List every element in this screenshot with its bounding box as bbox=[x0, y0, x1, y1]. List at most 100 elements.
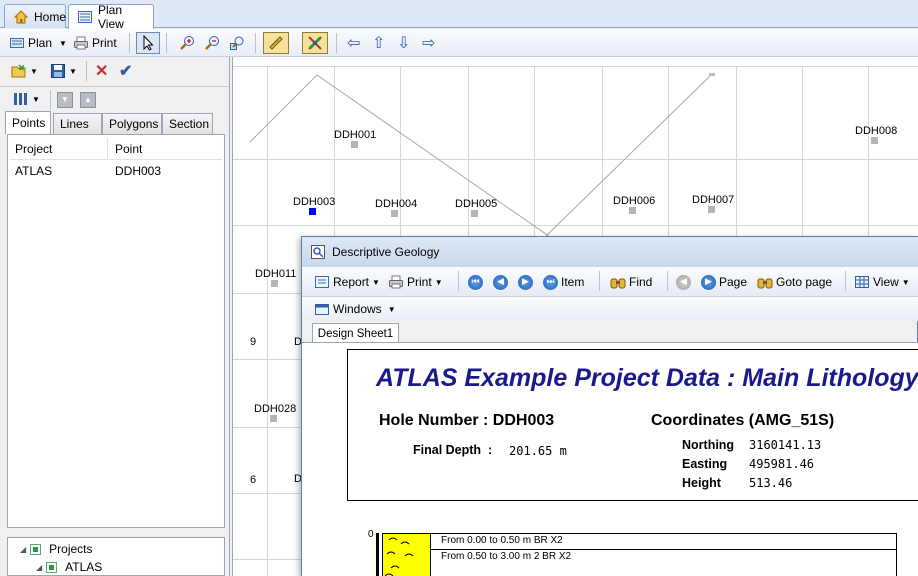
window-titlebar[interactable]: Descriptive Geology bbox=[302, 237, 918, 267]
column-header-point[interactable]: Point bbox=[109, 138, 222, 160]
zoom-in-button[interactable] bbox=[176, 32, 198, 54]
open-dropdown-button[interactable]: ▼ bbox=[8, 60, 41, 82]
tree-node-projects[interactable]: ◢ Projects bbox=[20, 542, 93, 556]
tab-plan-view[interactable]: Plan View bbox=[68, 3, 154, 31]
depth-axis-label: 0 bbox=[368, 529, 374, 540]
windows-label: Windows bbox=[333, 302, 382, 316]
delete-button[interactable]: ✕ bbox=[92, 60, 111, 82]
double-check-icon: ✔ bbox=[119, 63, 133, 80]
chevron-down-icon: ▼ bbox=[372, 277, 380, 287]
move-down-button[interactable]: ▼ bbox=[57, 92, 73, 108]
tab-section-label: Section bbox=[169, 117, 210, 131]
toolbar-separator bbox=[86, 61, 87, 81]
log-right-border bbox=[896, 533, 897, 576]
report-dropdown-button[interactable]: Report ▼ bbox=[314, 271, 380, 293]
report-print-button[interactable]: Print ▼ bbox=[388, 271, 443, 293]
toolbar-separator bbox=[845, 271, 846, 291]
tree-node-atlas-label: ATLAS bbox=[65, 560, 103, 574]
save-dropdown-button[interactable]: ▼ bbox=[47, 60, 80, 82]
list-item-point: DDH003 bbox=[115, 164, 162, 178]
tab-design-sheet1[interactable]: Design Sheet1 bbox=[312, 323, 399, 343]
northing-label: Northing bbox=[682, 438, 735, 452]
map-point[interactable]: DDH007 bbox=[692, 194, 734, 213]
toolbar-separator bbox=[599, 271, 600, 291]
chevron-down-icon: ▼ bbox=[30, 66, 38, 76]
print-button[interactable]: Print bbox=[70, 32, 120, 54]
svg-text:DDH011: DDH011 bbox=[255, 268, 296, 280]
map-point[interactable]: DDH006 bbox=[613, 195, 655, 214]
previous-item-button[interactable]: ◀ bbox=[493, 271, 508, 293]
plan-icon bbox=[9, 35, 25, 51]
tree-node-atlas[interactable]: ◢ ATLAS bbox=[36, 560, 102, 574]
tab-section[interactable]: Section bbox=[162, 113, 213, 134]
depth-axis bbox=[376, 533, 379, 576]
move-up-button[interactable]: ▲ bbox=[80, 92, 96, 108]
previous-page-button[interactable]: ◀ bbox=[676, 271, 691, 293]
accept-button[interactable]: ✔ bbox=[116, 60, 135, 82]
chevron-down-icon: ▼ bbox=[434, 277, 443, 287]
column-header-point-label: Point bbox=[115, 141, 143, 156]
map-point-selected[interactable]: DDH003 bbox=[293, 196, 335, 215]
pan-up-button[interactable]: ⇧ bbox=[369, 32, 388, 54]
tab-points[interactable]: Points bbox=[5, 111, 51, 134]
expand-triangle-icon: ◢ bbox=[36, 562, 43, 572]
select-pointer-button[interactable] bbox=[136, 32, 160, 54]
pan-right-button[interactable]: ⇨ bbox=[419, 32, 438, 54]
map-point[interactable]: DDH005 bbox=[455, 198, 497, 217]
plan-label: Plan bbox=[28, 36, 53, 50]
list-item-project: ATLAS bbox=[15, 164, 53, 178]
interval-line bbox=[431, 533, 897, 534]
windows-dropdown-button[interactable]: Windows ▼ bbox=[314, 298, 396, 320]
goto-page-button[interactable]: Goto page bbox=[757, 271, 832, 293]
pan-down-button[interactable]: ⇩ bbox=[394, 32, 413, 54]
next-page-button[interactable]: ▶ Page bbox=[701, 271, 747, 293]
descriptive-geology-window: Descriptive Geology Report ▼ Print ▼ ⏮ ◀… bbox=[301, 236, 918, 576]
tab-design-sheet1-label: Design Sheet1 bbox=[317, 327, 394, 340]
columns-dropdown-button[interactable]: ▼ bbox=[10, 88, 43, 110]
tab-polygons[interactable]: Polygons bbox=[102, 113, 162, 134]
arrow-down-icon: ⇩ bbox=[397, 35, 411, 52]
height-value: 513.46 bbox=[749, 476, 793, 490]
column-header-project[interactable]: Project bbox=[10, 138, 108, 160]
height-label: Height bbox=[682, 476, 721, 490]
svg-text:DDH005: DDH005 bbox=[455, 198, 497, 210]
plan-dropdown-button[interactable]: Plan ▼ bbox=[6, 32, 70, 54]
zoom-extent-button[interactable] bbox=[226, 32, 248, 54]
tab-home[interactable]: Home bbox=[4, 4, 66, 28]
northing-value: 3160141.13 bbox=[749, 438, 822, 452]
svg-text:DDH008: DDH008 bbox=[855, 125, 897, 137]
map-layers-button[interactable] bbox=[302, 32, 328, 54]
map-point[interactable]: DDH004 bbox=[375, 198, 417, 217]
first-item-button[interactable]: ⏮ bbox=[468, 271, 483, 293]
checkbox-atlas[interactable] bbox=[46, 561, 58, 573]
last-icon: ⏭ bbox=[543, 274, 558, 290]
columns-icon bbox=[13, 91, 29, 107]
last-item-button[interactable]: ⏭ Item bbox=[543, 271, 584, 293]
map-point[interactable]: DDH001 bbox=[334, 129, 376, 148]
map-point[interactable]: DDH011 bbox=[255, 268, 296, 287]
map-point[interactable]: DDH008 bbox=[855, 125, 897, 144]
zoom-out-button[interactable] bbox=[201, 32, 223, 54]
boundary-polyline bbox=[249, 73, 715, 240]
toolbar-separator bbox=[667, 271, 668, 291]
app-window: Home Plan View Plan ▼ Print ⇦ ⇧ ⇩ ⇨ ▼ ▼ … bbox=[0, 0, 918, 576]
find-button[interactable]: Find bbox=[610, 271, 652, 293]
chevron-down-icon: ▼ bbox=[901, 277, 910, 287]
print-label: Print bbox=[92, 36, 117, 50]
list-item[interactable]: ATLAS DDH003 bbox=[10, 161, 222, 181]
svg-text:DDH001: DDH001 bbox=[334, 129, 376, 141]
interval-line bbox=[431, 549, 897, 550]
next-item-button[interactable]: ▶ bbox=[518, 271, 533, 293]
map-point[interactable]: DDH028 bbox=[254, 403, 296, 422]
grid-row-label: 6 bbox=[250, 474, 256, 486]
previous-icon: ◀ bbox=[493, 274, 508, 290]
pan-left-button[interactable]: ⇦ bbox=[344, 32, 363, 54]
measure-button[interactable] bbox=[263, 32, 289, 54]
triangle-down-icon: ▼ bbox=[61, 95, 69, 104]
checkbox-projects[interactable] bbox=[30, 543, 42, 555]
interval-description: From 0.50 to 3.00 m 2 BR X2 bbox=[441, 551, 572, 562]
tab-lines[interactable]: Lines bbox=[53, 113, 102, 134]
hole-number-value: DDH003 bbox=[492, 412, 555, 429]
view-dropdown-button[interactable]: View ▼ bbox=[854, 271, 910, 293]
map-layers-icon bbox=[307, 35, 323, 51]
